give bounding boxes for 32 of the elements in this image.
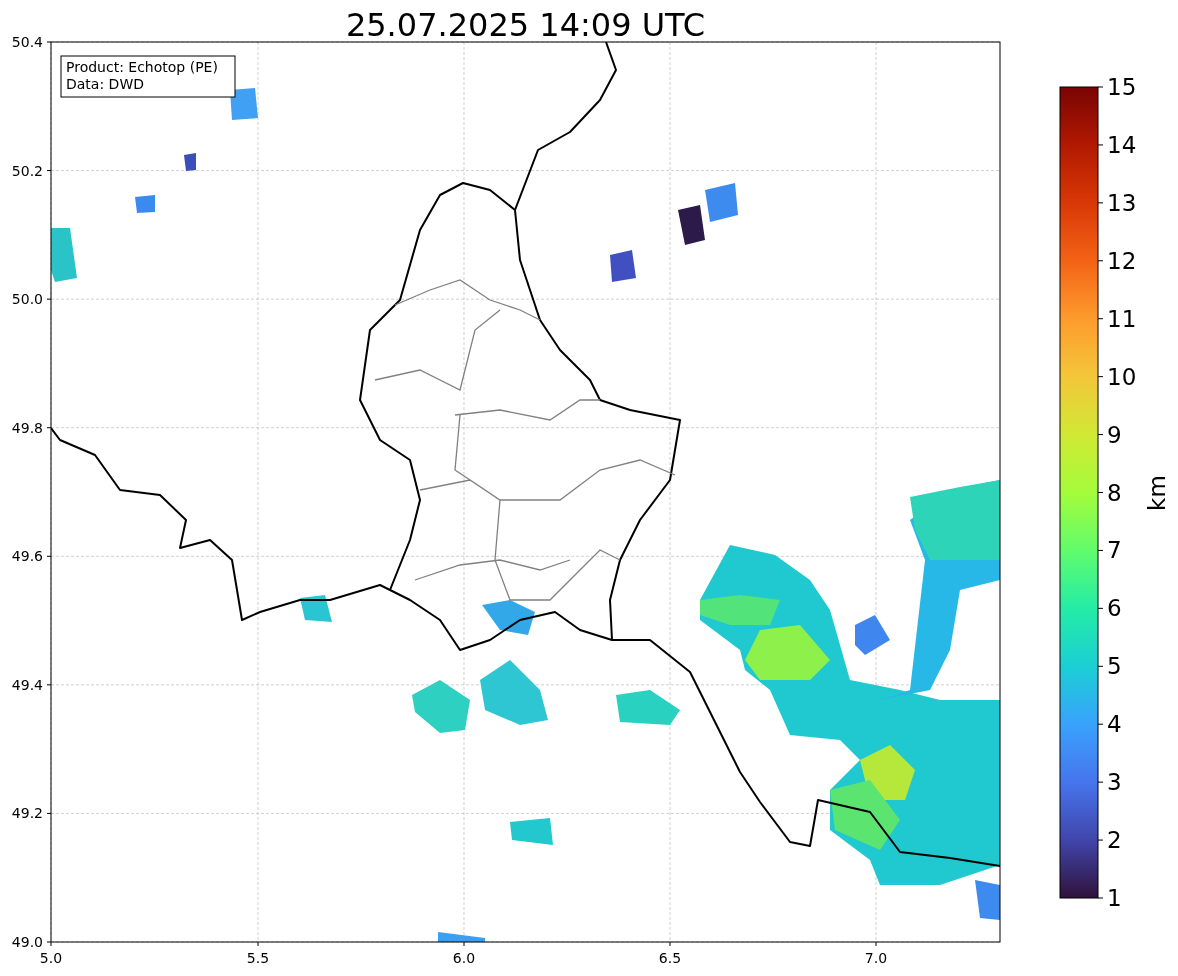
colorbar-tick-label: 6 — [1107, 595, 1122, 622]
x-axis-tick-label: 6.5 — [658, 950, 682, 966]
colorbar-label: km — [1144, 475, 1170, 511]
colorbar-tick-label: 4 — [1107, 711, 1122, 738]
colorbar-tick-label: 1 — [1107, 885, 1122, 911]
colorbar-tick-label: 11 — [1107, 305, 1137, 332]
plot-title: 25.07.2025 14:09 UTC — [345, 6, 706, 44]
y-axis-tick-label: 50.4 — [11, 34, 43, 50]
y-axis-tick-label: 49.4 — [11, 676, 43, 693]
colorbar-tick-label: 9 — [1107, 421, 1122, 448]
colorbar-tick-label: 3 — [1107, 769, 1122, 796]
colorbar-tick-label: 15 — [1107, 74, 1137, 100]
y-axis-tick-label: 49.2 — [11, 805, 43, 822]
y-axis-tick-label: 49.0 — [11, 934, 43, 950]
colorbar-tick-label: 12 — [1107, 247, 1137, 274]
y-axis-tick-label: 50.0 — [11, 291, 43, 308]
colorbar-tick-label: 8 — [1107, 479, 1122, 506]
y-axis-tick-label: 50.2 — [11, 162, 43, 179]
colorbar-tick-label: 7 — [1107, 537, 1122, 564]
x-axis-tick-label: 7.0 — [864, 950, 888, 966]
colorbar-tick-label: 13 — [1107, 189, 1137, 216]
y-axis-tick-label: 49.8 — [11, 419, 43, 436]
y-axis-tick-label: 49.6 — [11, 548, 43, 565]
x-axis-tick-label: 6.0 — [452, 950, 476, 966]
colorbar-tick-label: 2 — [1107, 827, 1122, 854]
legend-text: Data: DWD — [66, 76, 144, 92]
colorbar-tick-label: 14 — [1107, 131, 1137, 158]
x-axis-tick-label: 5.0 — [39, 950, 63, 966]
colorbar-tick-label: 10 — [1107, 363, 1137, 390]
legend-text: Product: Echotop (PE) — [66, 59, 218, 75]
x-axis-tick-label: 5.5 — [246, 950, 270, 966]
colorbar-tick-label: 5 — [1107, 653, 1122, 680]
